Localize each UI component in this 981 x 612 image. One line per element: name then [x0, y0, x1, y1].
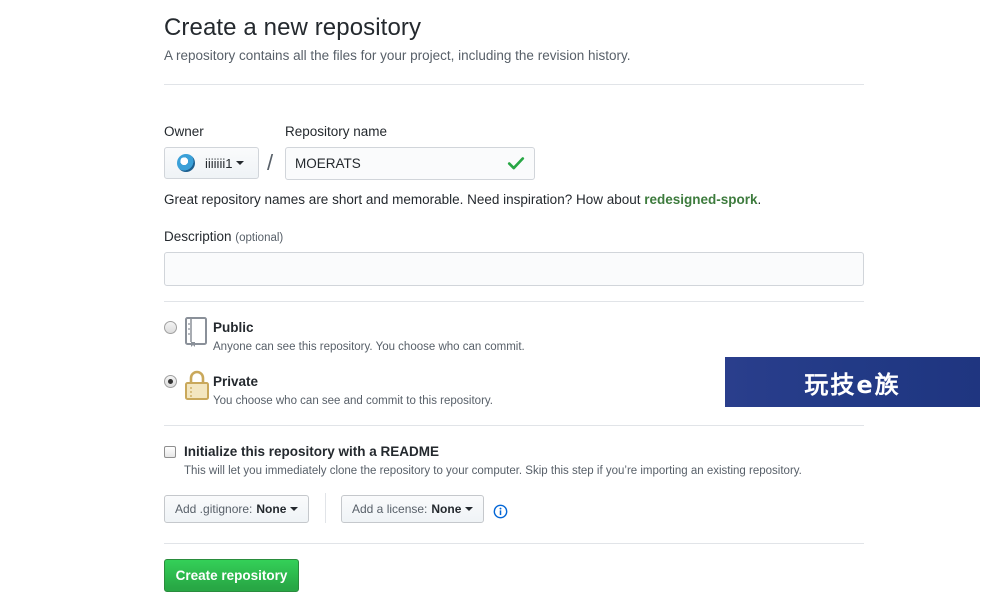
name-suggestion-link[interactable]: redesigned-spork — [644, 192, 757, 207]
owner-label: Owner — [164, 124, 204, 139]
owner-select[interactable]: iiiiiii1 — [164, 147, 259, 179]
readme-title: Initialize this repository with a README — [184, 444, 440, 459]
info-icon[interactable] — [493, 504, 508, 519]
chevron-down-icon — [236, 161, 245, 165]
description-label-text: Description — [164, 229, 232, 244]
description-input[interactable] — [164, 252, 864, 286]
gitignore-label: Add .gitignore: — [175, 502, 253, 516]
private-note: You choose who can see and commit to thi… — [213, 395, 493, 407]
readme-note: This will let you immediately clone the … — [184, 465, 802, 477]
avatar-icon — [177, 154, 195, 172]
public-title: Public — [213, 320, 254, 335]
lock-icon — [185, 370, 209, 400]
repository-name-hint: Great repository names are short and mem… — [164, 192, 761, 207]
header-divider — [164, 84, 864, 85]
check-icon — [507, 157, 525, 170]
description-optional-tag: (optional) — [235, 232, 284, 244]
page-subtitle: A repository contains all the files for … — [164, 48, 631, 63]
hint-text: Great repository names are short and mem… — [164, 192, 645, 207]
owner-name: iiiiiii1 — [205, 155, 233, 171]
public-note: Anyone can see this repository. You choo… — [213, 341, 525, 353]
description-divider — [164, 301, 864, 302]
private-radio[interactable] — [164, 375, 177, 388]
license-value: None — [431, 502, 462, 516]
select-separator — [325, 493, 326, 523]
license-label: Add a license: — [352, 502, 428, 516]
page-title: Create a new repository — [164, 14, 422, 41]
create-repository-button[interactable]: Create repository — [164, 559, 299, 592]
description-label: Description (optional) — [164, 229, 283, 244]
watermark-logo: 玩技e族 — [725, 357, 980, 407]
owner-repo-separator: / — [267, 150, 274, 175]
public-radio[interactable] — [164, 321, 177, 334]
gitignore-value: None — [256, 502, 287, 516]
repository-name-label: Repository name — [285, 124, 388, 139]
repo-book-icon — [185, 317, 207, 347]
chevron-down-icon — [290, 507, 299, 511]
chevron-down-icon — [465, 507, 474, 511]
private-title: Private — [213, 374, 259, 389]
license-select[interactable]: Add a license: None — [341, 495, 485, 523]
visibility-divider — [164, 425, 864, 426]
repository-name-input[interactable] — [285, 147, 535, 180]
readme-checkbox[interactable] — [164, 446, 176, 458]
hint-end: . — [757, 192, 762, 207]
gitignore-select[interactable]: Add .gitignore: None — [164, 495, 310, 523]
footer-divider — [164, 543, 864, 544]
